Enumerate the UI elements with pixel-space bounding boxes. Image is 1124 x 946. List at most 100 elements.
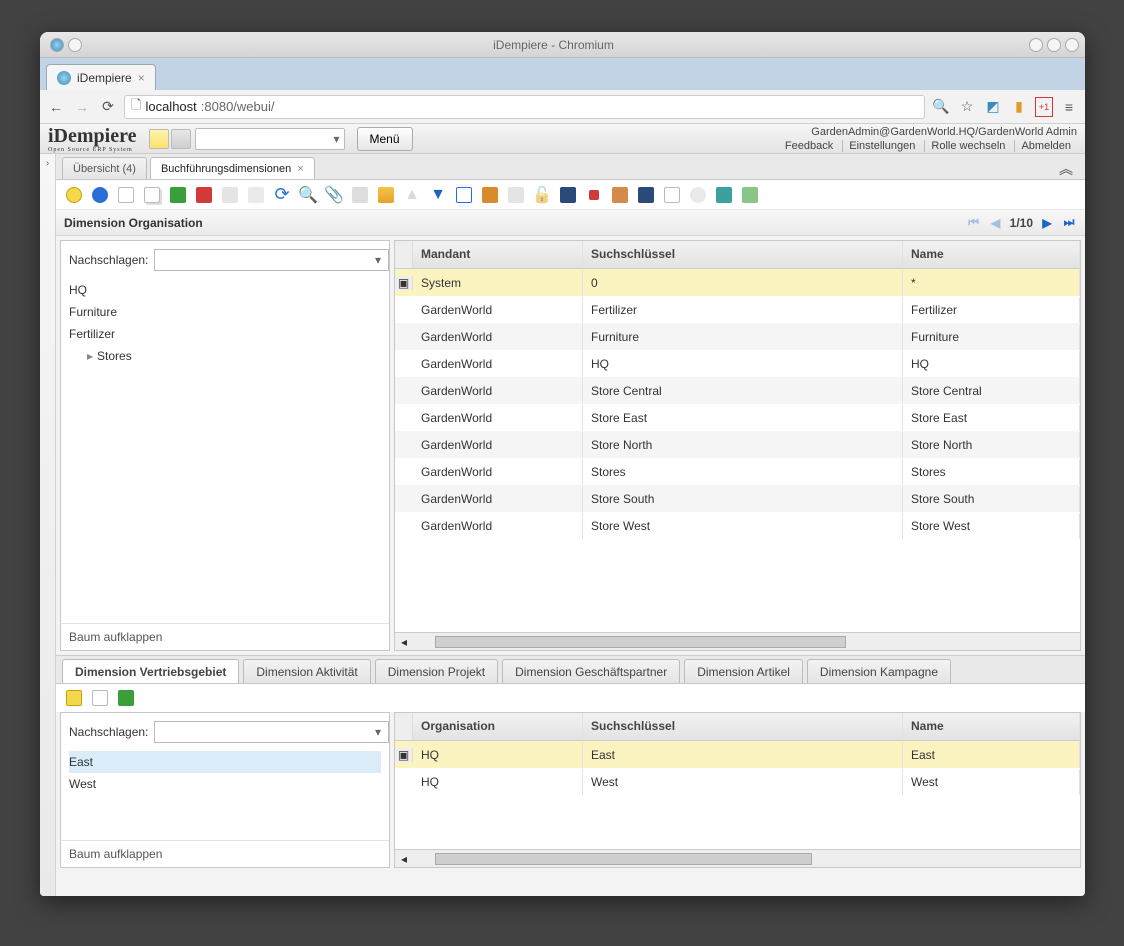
tab-active[interactable]: Buchführungsdimensionen × <box>150 157 315 179</box>
collapse-toolbar-icon[interactable]: ︽ <box>1047 159 1085 179</box>
tree-item[interactable]: Fertilizer <box>69 323 381 345</box>
extension-icon[interactable]: ▮ <box>1009 97 1029 117</box>
table-row[interactable]: GardenWorldStore WestStore West <box>395 512 1080 539</box>
close-tab-icon[interactable]: × <box>297 163 303 175</box>
active-wf-icon[interactable] <box>582 183 606 207</box>
sub-edit-icon[interactable] <box>88 686 112 710</box>
zoom-icon[interactable]: 🔍 <box>931 97 951 117</box>
col-name[interactable]: Name <box>903 713 1080 740</box>
page-prev-icon[interactable]: ◀ <box>988 215 1004 231</box>
close-window-icon[interactable] <box>1065 38 1079 52</box>
col-name[interactable]: Name <box>903 241 1080 268</box>
subtab-sales-region[interactable]: Dimension Vertriebsgebiet <box>62 659 239 683</box>
sidebar-toggle[interactable]: › <box>40 154 56 896</box>
tree-expand-link[interactable]: Baum aufklappen <box>61 623 389 650</box>
page-last-icon[interactable]: ⏭ <box>1061 215 1077 231</box>
link-settings[interactable]: Einstellungen <box>842 140 921 152</box>
table-row[interactable]: GardenWorldStore CentralStore Central <box>395 377 1080 404</box>
print-icon[interactable] <box>504 183 528 207</box>
row-selector-icon[interactable]: ▣ <box>395 276 413 290</box>
sub-delete-icon[interactable] <box>114 686 138 710</box>
grid-toggle-icon[interactable] <box>374 183 398 207</box>
tree-expand-link[interactable]: Baum aufklappen <box>61 840 389 867</box>
lock-open-icon[interactable]: 🔓 <box>530 183 554 207</box>
dropdown-icon[interactable]: ▾ <box>375 253 381 267</box>
chat-icon[interactable] <box>348 183 372 207</box>
subtab-project[interactable]: Dimension Projekt <box>375 659 498 683</box>
table-row[interactable]: ▣System0* <box>395 269 1080 296</box>
tree-item[interactable]: Furniture <box>69 301 381 323</box>
open-record-button[interactable] <box>171 129 191 149</box>
new-icon[interactable] <box>114 183 138 207</box>
table-row[interactable]: GardenWorldStore EastStore East <box>395 404 1080 431</box>
menu-icon[interactable]: ≡ <box>1059 97 1079 117</box>
url-input[interactable]: 🗋 localhost:8080/webui/ <box>124 95 925 119</box>
col-key[interactable]: Suchschlüssel <box>583 713 903 740</box>
refresh-icon[interactable]: ⟳ <box>270 183 294 207</box>
report-icon[interactable] <box>452 183 476 207</box>
reload-icon[interactable]: ⟳ <box>98 97 118 117</box>
browser-tab-active[interactable]: iDempiere × <box>46 64 156 90</box>
table-row[interactable]: GardenWorldStore NorthStore North <box>395 431 1080 458</box>
link-logout[interactable]: Abmelden <box>1014 140 1077 152</box>
lookup-input[interactable] <box>154 249 389 271</box>
tab-overview[interactable]: Übersicht (4) <box>62 157 147 179</box>
zoom-across-icon[interactable] <box>556 183 580 207</box>
translate-icon[interactable]: ◩ <box>983 97 1003 117</box>
product-info-icon[interactable] <box>634 183 658 207</box>
bookmark-icon[interactable]: ☆ <box>957 97 977 117</box>
horizontal-scrollbar[interactable]: ◂ <box>395 632 1080 650</box>
global-search-input[interactable]: ▾ <box>195 128 345 150</box>
table-row[interactable]: HQWestWest <box>395 768 1080 795</box>
copy-icon[interactable] <box>140 183 164 207</box>
maximize-icon[interactable] <box>1047 38 1061 52</box>
request-icon[interactable] <box>608 183 632 207</box>
nav-down-icon[interactable]: ▼ <box>426 183 450 207</box>
export-icon[interactable] <box>712 183 736 207</box>
col-org[interactable]: Organisation <box>413 713 583 740</box>
tree-item[interactable]: West <box>69 773 381 795</box>
new-record-button[interactable] <box>149 129 169 149</box>
sub-new-icon[interactable] <box>62 686 86 710</box>
save-icon[interactable] <box>218 183 242 207</box>
back-icon[interactable]: ← <box>46 97 66 117</box>
find-icon[interactable]: 🔍 <box>296 183 320 207</box>
attachment-icon[interactable]: 📎 <box>322 183 346 207</box>
import-icon[interactable] <box>738 183 762 207</box>
subtab-activity[interactable]: Dimension Aktivität <box>243 659 370 683</box>
tree-item[interactable]: East <box>69 751 381 773</box>
dropdown-icon[interactable]: ▾ <box>375 725 381 739</box>
help-icon[interactable] <box>88 183 112 207</box>
page-next-icon[interactable]: ▶ <box>1039 215 1055 231</box>
table-row[interactable]: GardenWorldStoresStores <box>395 458 1080 485</box>
subtab-bpartner[interactable]: Dimension Geschäftspartner <box>502 659 680 683</box>
tree-item[interactable]: HQ <box>69 279 381 301</box>
subtab-product[interactable]: Dimension Artikel <box>684 659 803 683</box>
undo-icon[interactable] <box>62 183 86 207</box>
close-tab-icon[interactable]: × <box>138 71 145 85</box>
table-row[interactable]: ▣HQEastEast <box>395 741 1080 768</box>
page-first-icon[interactable]: ⏮ <box>966 215 982 231</box>
forward-icon[interactable]: → <box>72 97 92 117</box>
link-feedback[interactable]: Feedback <box>779 140 839 152</box>
tree-item-expandable[interactable]: Stores <box>69 345 381 367</box>
col-key[interactable]: Suchschlüssel <box>583 241 903 268</box>
lookup-input[interactable] <box>154 721 389 743</box>
table-row[interactable]: GardenWorldFurnitureFurniture <box>395 323 1080 350</box>
app-menu-icon[interactable] <box>50 38 64 52</box>
gplus-icon[interactable]: +1 <box>1035 97 1053 117</box>
subtab-campaign[interactable]: Dimension Kampagne <box>807 659 951 683</box>
link-switch-role[interactable]: Rolle wechseln <box>924 140 1011 152</box>
minimize-icon[interactable] <box>1029 38 1043 52</box>
archive-icon[interactable] <box>478 183 502 207</box>
horizontal-scrollbar[interactable]: ◂ <box>395 849 1080 867</box>
new-tab-button[interactable] <box>158 64 186 90</box>
row-selector-icon[interactable]: ▣ <box>395 748 413 762</box>
table-row[interactable]: GardenWorldStore SouthStore South <box>395 485 1080 512</box>
cancel-icon[interactable] <box>192 183 216 207</box>
pin-icon[interactable] <box>68 38 82 52</box>
saveas-icon[interactable] <box>244 183 268 207</box>
menu-button[interactable]: Menü <box>357 127 413 151</box>
table-row[interactable]: GardenWorldFertilizerFertilizer <box>395 296 1080 323</box>
nav-up-icon[interactable]: ▲ <box>400 183 424 207</box>
